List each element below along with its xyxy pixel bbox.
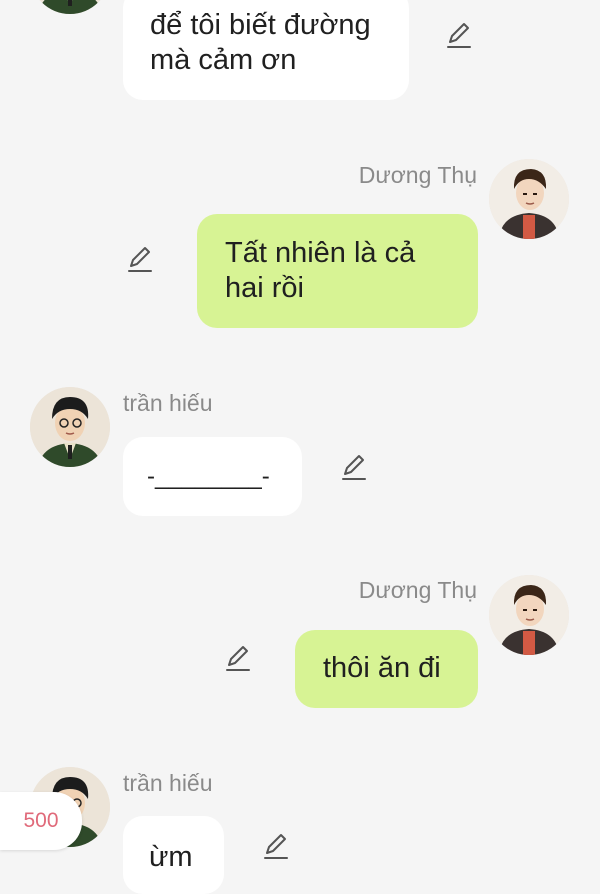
pencil-edit-icon[interactable]	[223, 643, 253, 673]
message-bubble-incoming[interactable]: -________-	[123, 437, 302, 516]
pencil-edit-icon[interactable]	[125, 244, 155, 274]
avatar-tran-hieu[interactable]	[30, 0, 110, 14]
message-bubble-outgoing[interactable]: thôi ăn đi	[295, 630, 478, 708]
pencil-edit-icon[interactable]	[261, 831, 291, 861]
sender-name: Dương Thụ	[358, 577, 477, 603]
counter-value: 500	[23, 809, 59, 832]
message-bubble-incoming[interactable]: để tôi biết đường mà cảm ơn	[123, 0, 409, 100]
sender-name: Dương Thụ	[358, 162, 477, 188]
sender-name: trần hiếu	[123, 390, 213, 416]
avatar-image	[489, 159, 569, 239]
message-counter-badge[interactable]: 500	[0, 792, 82, 850]
avatar-image	[489, 575, 569, 655]
avatar-duong-thu[interactable]	[489, 159, 569, 239]
avatar-tran-hieu[interactable]	[30, 387, 110, 467]
sender-name: trần hiếu	[123, 770, 213, 796]
pencil-edit-icon[interactable]	[339, 452, 369, 482]
pencil-edit-icon[interactable]	[444, 20, 474, 50]
message-bubble-outgoing[interactable]: Tất nhiên là cả hai rồi	[197, 214, 478, 328]
avatar-image	[30, 0, 110, 14]
avatar-duong-thu[interactable]	[489, 575, 569, 655]
avatar-image	[30, 387, 110, 467]
message-bubble-incoming[interactable]: ừm	[123, 816, 224, 894]
